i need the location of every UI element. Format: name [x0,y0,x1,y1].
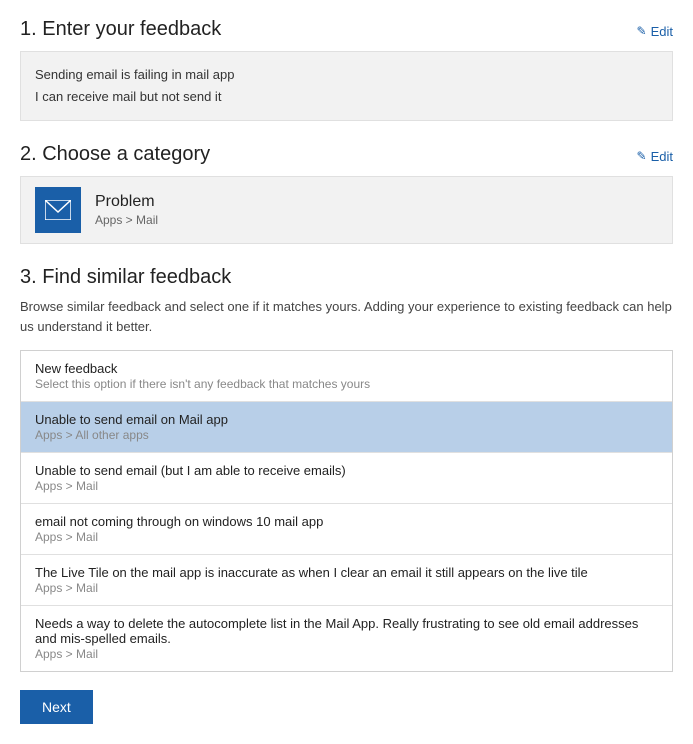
section3-description: Browse similar feedback and select one i… [20,297,673,336]
section3-title: 3. Find similar feedback [20,266,673,289]
feedback-item-sub-2: Apps > Mail [35,479,658,493]
feedback-box: Sending email is failing in mail app I c… [20,51,673,121]
feedback-item-sub-3: Apps > Mail [35,530,658,544]
category-path: Apps > Mail [95,213,158,227]
section2-header: 2. Choose a category ✎ Edit [20,143,673,166]
feedback-line-2: I can receive mail but not send it [35,86,658,108]
feedback-list: New feedbackSelect this option if there … [20,350,673,672]
category-name: Problem [95,193,158,211]
feedback-list-wrapper: New feedbackSelect this option if there … [20,350,673,672]
category-icon [35,187,81,233]
section2-edit-link[interactable]: ✎ Edit [637,149,673,164]
envelope-icon [45,200,71,220]
feedback-item-title-2: Unable to send email (but I am able to r… [35,463,658,478]
feedback-item-1[interactable]: Unable to send email on Mail appApps > A… [21,402,672,453]
feedback-item-sub-0: Select this option if there isn't any fe… [35,377,658,391]
section1-header: 1. Enter your feedback ✎ Edit [20,18,673,41]
category-info: Problem Apps > Mail [95,193,158,227]
feedback-item-sub-4: Apps > Mail [35,581,658,595]
edit-icon-2: ✎ [637,149,647,163]
feedback-item-3[interactable]: email not coming through on windows 10 m… [21,504,672,555]
feedback-item-title-4: The Live Tile on the mail app is inaccur… [35,565,658,580]
edit-icon-1: ✎ [637,24,647,38]
feedback-item-title-5: Needs a way to delete the autocomplete l… [35,616,658,646]
feedback-item-title-3: email not coming through on windows 10 m… [35,514,658,529]
feedback-item-4[interactable]: The Live Tile on the mail app is inaccur… [21,555,672,606]
feedback-item-sub-1: Apps > All other apps [35,428,658,442]
feedback-line-1: Sending email is failing in mail app [35,64,658,86]
feedback-item-title-1: Unable to send email on Mail app [35,412,658,427]
category-box: Problem Apps > Mail [20,176,673,244]
feedback-item-sub-5: Apps > Mail [35,647,658,661]
feedback-item-title-0: New feedback [35,361,658,376]
feedback-item-0[interactable]: New feedbackSelect this option if there … [21,351,672,402]
feedback-item-2[interactable]: Unable to send email (but I am able to r… [21,453,672,504]
section1-title: 1. Enter your feedback [20,18,221,41]
next-button[interactable]: Next [20,690,93,724]
section1-edit-link[interactable]: ✎ Edit [637,24,673,39]
feedback-item-5[interactable]: Needs a way to delete the autocomplete l… [21,606,672,671]
section2-title: 2. Choose a category [20,143,210,166]
